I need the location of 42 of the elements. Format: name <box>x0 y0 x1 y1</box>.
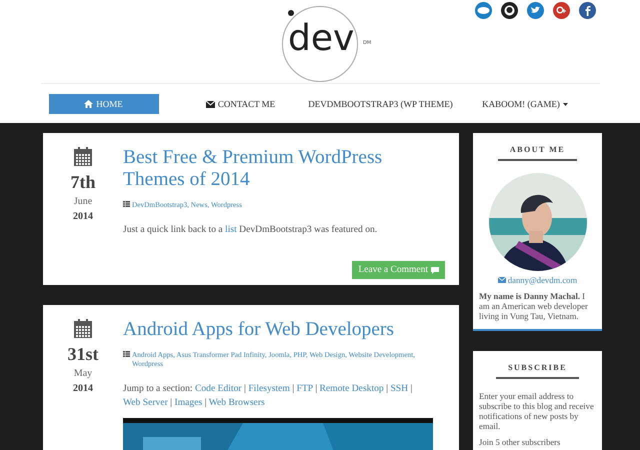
post-title[interactable]: Best Free & Premium WordPress Themes of 2014 <box>123 147 445 191</box>
widget-title: ABOUT ME <box>498 145 578 161</box>
list-icon <box>123 351 130 357</box>
comment-button[interactable]: Leave a Comment <box>352 261 445 279</box>
post-month: June <box>74 196 92 207</box>
widget-title: SUBSCRIBE <box>496 363 579 379</box>
nav-link[interactable]: HOME <box>48 94 158 114</box>
list-icon <box>123 201 130 207</box>
post-day: 31st <box>68 344 98 365</box>
google-plus-icon[interactable] <box>552 2 570 19</box>
post-link[interactable]: Web Server <box>123 397 168 408</box>
post-year: 2014 <box>73 211 93 222</box>
post-excerpt: Just a quick link back to a list DevDmBootstrap3 was featured on. <box>123 223 378 237</box>
post-link[interactable]: Web Browsers <box>208 397 265 408</box>
logo-text: dev <box>288 19 354 59</box>
logo[interactable] <box>281 5 359 83</box>
nav-link[interactable]: DEVDMBOOTSTRAP3 (WP THEME) <box>310 94 450 114</box>
caret-icon <box>562 102 568 106</box>
post-link[interactable]: SSH <box>390 383 408 394</box>
post-link[interactable]: list <box>225 224 237 235</box>
subscribe-text: Enter your email address to subscribe to this blog and receive notifications of new posts by email. <box>479 391 595 431</box>
calendar-icon <box>74 147 92 166</box>
email-link[interactable]: danny@devdm.com <box>508 275 578 285</box>
post-title[interactable]: Android Apps for Web Developers <box>123 319 445 341</box>
post-excerpt: Jump to a section: Code Editor | Filesystem | FTP | Remote Desktop | SSH | Web Server | Images | Web Browsers <box>123 382 414 410</box>
post-link[interactable]: Code Editor <box>194 383 242 394</box>
calendar-icon <box>74 319 92 338</box>
subscriber-count: Join 5 other subscribers <box>479 437 562 447</box>
bio-text: My name is Danny Machal. I am an American web developer living in Vung Tau, Vietnam. <box>479 291 589 321</box>
mail-icon <box>498 277 506 283</box>
post-link[interactable]: Images <box>174 397 202 408</box>
twitter-icon[interactable] <box>526 2 544 19</box>
post-day: 7th <box>70 172 96 193</box>
facebook-icon[interactable] <box>578 2 596 19</box>
home-icon <box>84 100 94 108</box>
mail-icon <box>206 100 215 108</box>
post-link[interactable]: Remote Desktop <box>320 383 384 394</box>
post-link[interactable]: Filesystem <box>248 383 290 394</box>
comment-icon <box>431 266 439 274</box>
post-year: 2014 <box>73 383 93 394</box>
post-month: May <box>74 368 92 379</box>
post-link[interactable]: FTP <box>296 383 313 394</box>
